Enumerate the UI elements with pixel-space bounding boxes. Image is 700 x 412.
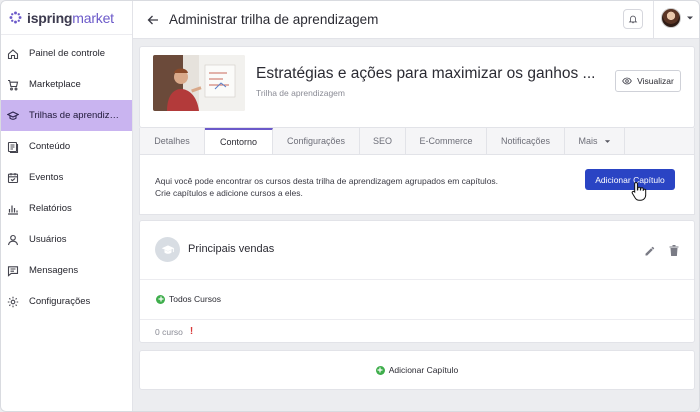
tab-settings[interactable]: Configurações: [273, 128, 360, 154]
course-thumbnail: [153, 55, 245, 111]
chapter-title: Principais vendas: [188, 243, 275, 255]
ispring-logo-icon: [9, 11, 22, 24]
warning-icon: !: [189, 326, 194, 337]
tab-notifications[interactable]: Notificações: [487, 128, 565, 154]
user-icon: [7, 234, 19, 246]
tab-details[interactable]: Detalhes: [140, 128, 205, 154]
plus-circle-icon: [156, 294, 165, 304]
sidebar-item-content[interactable]: Conteúdo: [1, 131, 132, 162]
chapter-divider: [140, 279, 694, 280]
plus-circle-icon: [375, 365, 385, 375]
course-count: 0 curso !: [155, 326, 194, 337]
bell-icon: [628, 15, 638, 24]
chevron-down-icon: [687, 16, 693, 20]
sidebar-item-reports[interactable]: Relatórios: [1, 193, 132, 224]
tab-ecommerce[interactable]: E-Commerce: [406, 128, 487, 154]
notifications-button[interactable]: [623, 9, 643, 29]
course-header-card: Estratégias e ações para maximizar os ga…: [139, 46, 695, 128]
sidebar: ispringmarket Painel de controle Marketp…: [1, 1, 133, 411]
calendar-icon: [7, 172, 19, 184]
sidebar-item-marketplace[interactable]: Marketplace: [1, 69, 132, 100]
user-menu[interactable]: [661, 8, 694, 28]
chapter-divider: [140, 319, 694, 320]
bar-chart-icon: [7, 203, 19, 215]
tab-outline[interactable]: Contorno: [205, 128, 273, 154]
sidebar-item-events[interactable]: Eventos: [1, 162, 132, 193]
main-content: Estratégias e ações para maximizar os ga…: [133, 39, 699, 411]
logo[interactable]: ispringmarket: [1, 1, 132, 35]
message-icon: [7, 265, 19, 277]
outline-info-panel: Aqui você pode encontrar os cursos desta…: [139, 155, 695, 215]
caret-down-icon: [604, 139, 610, 143]
sidebar-item-learning-tracks[interactable]: Trilhas de aprendizag...: [1, 100, 132, 131]
app-window: ispringmarket Painel de controle Marketp…: [0, 0, 700, 412]
course-title: Estratégias e ações para maximizar os ga…: [256, 65, 596, 82]
sidebar-item-settings[interactable]: Configurações: [1, 286, 132, 317]
tab-more[interactable]: Mais: [565, 128, 625, 154]
eye-icon: [622, 77, 632, 85]
add-chapter-link[interactable]: Adicionar Capítulo: [375, 365, 458, 375]
cart-icon: [7, 79, 19, 91]
trash-icon[interactable]: [668, 244, 680, 257]
logo-text: ispringmarket: [27, 9, 114, 26]
pencil-icon[interactable]: [644, 245, 656, 257]
add-chapter-button[interactable]: Adicionar Capítulo: [585, 169, 675, 190]
content-icon: [7, 141, 19, 153]
chapter-card: Principais vendas Todos Cursos 0 curso !: [139, 220, 695, 343]
sidebar-item-users[interactable]: Usuários: [1, 224, 132, 255]
avatar: [661, 8, 681, 28]
add-chapter-card: Adicionar Capítulo: [139, 350, 695, 390]
hand-pointer-icon: [631, 181, 647, 201]
sidebar-item-messages[interactable]: Mensagens: [1, 255, 132, 286]
back-arrow-icon[interactable]: [145, 12, 161, 28]
header-divider: [653, 1, 654, 39]
header: Administrar trilha de aprendizagem: [133, 1, 699, 39]
home-icon: [7, 48, 19, 60]
sidebar-item-dashboard[interactable]: Painel de controle: [1, 38, 132, 69]
tab-seo[interactable]: SEO: [360, 128, 406, 154]
page-title: Administrar trilha de aprendizagem: [169, 12, 379, 27]
all-courses-link[interactable]: Todos Cursos: [156, 294, 221, 304]
graduation-cap-icon: [7, 110, 19, 122]
gear-icon: [7, 296, 19, 308]
tab-bar: Detalhes Contorno Configurações SEO E-Co…: [139, 128, 695, 155]
course-subtitle: Trilha de aprendizagem: [256, 88, 345, 98]
view-button[interactable]: Visualizar: [615, 70, 681, 92]
outline-description: Aqui você pode encontrar os cursos desta…: [155, 176, 499, 198]
sidebar-nav: Painel de controle Marketplace Trilhas d…: [1, 35, 132, 317]
chapter-cap-icon: [155, 237, 180, 262]
